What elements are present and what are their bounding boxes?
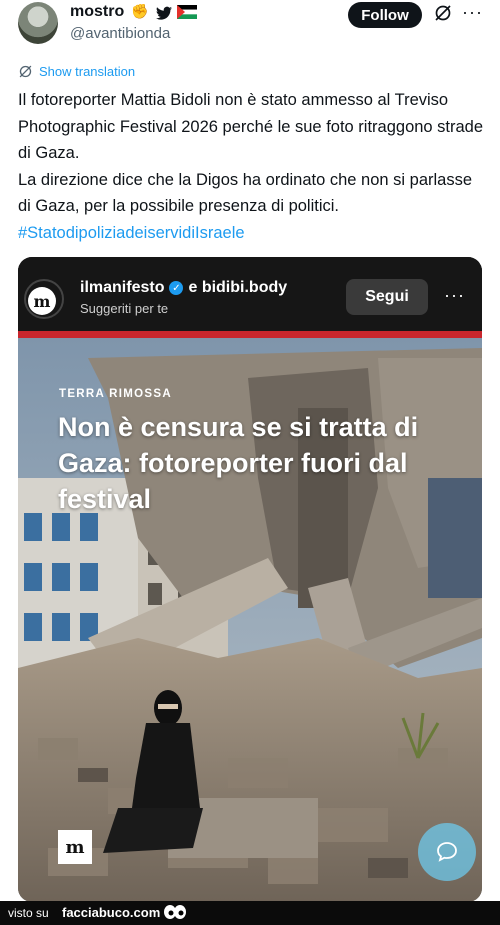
embedded-media-card[interactable]: m ilmanifesto ✓ e bidibi.body Suggeriti … xyxy=(18,257,482,902)
more-options-icon[interactable]: ··· xyxy=(462,2,483,23)
show-translation-label: Show translation xyxy=(39,64,136,79)
tweet-paragraph: Il fotoreporter Mattia Bidoli non è stat… xyxy=(18,91,484,162)
show-translation-link[interactable]: Show translation xyxy=(18,64,135,79)
tweet-paragraph: La direzione dice che la Digos ha ordina… xyxy=(18,170,473,216)
card-collab-name[interactable]: e bidibi.body xyxy=(188,279,287,297)
article-headline: Non è censura se si tratta di Gaza: foto… xyxy=(58,412,419,514)
suggested-label: Suggeriti per te xyxy=(80,301,169,316)
grok-translate-icon xyxy=(19,65,32,78)
watermark-bar: visto su facciabuco.com xyxy=(0,901,500,925)
twitter-bird-icon xyxy=(156,6,172,20)
palestine-flag-icon xyxy=(177,5,197,19)
user-handle[interactable]: @avantibionda xyxy=(70,25,170,42)
hashtag-link[interactable]: #StatodipoliziadeiservidiIsraele xyxy=(18,224,245,242)
account-avatar[interactable]: m xyxy=(28,287,56,315)
manifesto-logo: m xyxy=(58,830,92,864)
follow-button[interactable]: Follow xyxy=(348,2,422,28)
red-divider xyxy=(18,331,482,338)
display-name[interactable]: mostro xyxy=(70,3,124,21)
card-more-icon[interactable]: ··· xyxy=(444,285,465,306)
grok-icon[interactable] xyxy=(434,4,452,22)
card-account-line: ilmanifesto ✓ e bidibi.body xyxy=(80,279,287,297)
eyes-icon xyxy=(164,905,186,919)
raised-fist-emoji-icon: ✊ xyxy=(131,3,149,19)
watermark-prefix: visto su xyxy=(8,906,49,920)
card-header: m ilmanifesto ✓ e bidibi.body Suggeriti … xyxy=(18,257,482,331)
card-account-name[interactable]: ilmanifesto xyxy=(80,279,164,297)
watermark-brand: facciabuco.com xyxy=(62,905,161,920)
tweet-text: Il fotoreporter Mattia Bidoli non è stat… xyxy=(18,87,488,246)
verified-badge-icon: ✓ xyxy=(169,281,184,295)
article-kicker: TERRA RIMOSSA xyxy=(59,388,172,400)
chat-bubble-icon[interactable] xyxy=(418,823,476,881)
avatar[interactable] xyxy=(18,2,58,44)
segui-button[interactable]: Segui xyxy=(346,279,428,315)
